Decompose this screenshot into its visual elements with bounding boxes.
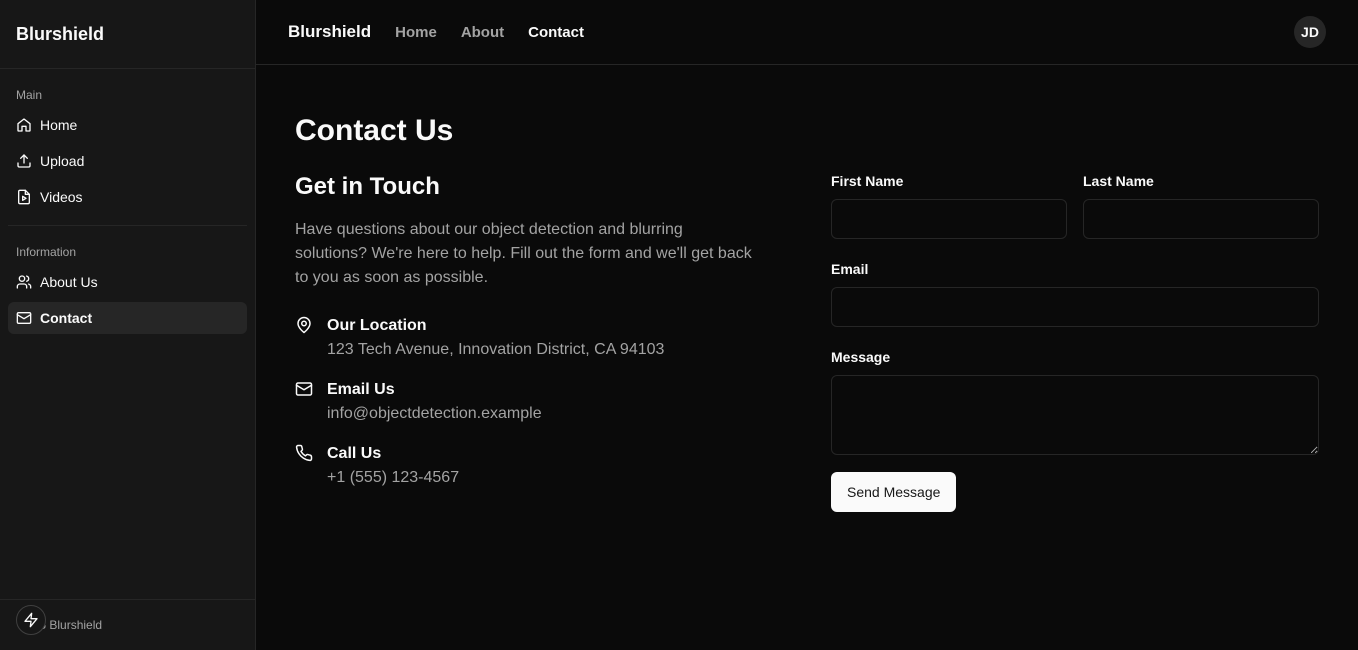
topbar-brand[interactable]: Blurshield <box>288 22 371 42</box>
contact-phone: Call Us +1 (555) 123-4567 <box>295 442 831 490</box>
contact-title: Our Location <box>327 317 427 334</box>
name-row: First Name Last Name <box>831 171 1319 239</box>
message-label: Message <box>831 349 891 365</box>
mail-icon <box>295 382 313 396</box>
contact-text: +1 (555) 123-4567 <box>327 469 460 486</box>
avatar[interactable]: JD <box>1294 16 1326 48</box>
topbar: Blurshield Home About Contact JD <box>256 0 1358 65</box>
mail-icon <box>16 312 32 324</box>
contact-columns: Get in Touch Have questions about our ob… <box>295 171 1319 512</box>
last-name-label: Last Name <box>1083 173 1154 189</box>
message-field[interactable] <box>831 375 1319 455</box>
last-name-field[interactable] <box>1083 199 1319 239</box>
sidebar-item-label: Videos <box>40 189 83 205</box>
sidebar-item-label: Upload <box>40 153 85 169</box>
email-group: Email <box>831 259 1319 327</box>
sidebar-item-label: Home <box>40 117 78 133</box>
home-icon <box>17 118 31 132</box>
contact-text: info@objectdetection.example <box>327 405 542 422</box>
sidebar-group-information: Information About Us Contact <box>0 226 255 346</box>
sidebar-item-upload[interactable]: Upload <box>8 145 247 177</box>
video-file-icon <box>18 189 30 205</box>
dev-tools-button[interactable] <box>16 605 46 635</box>
sidebar-item-about-us[interactable]: About Us <box>8 266 247 298</box>
sidebar-item-label: About Us <box>40 274 98 290</box>
sidebar-item-contact[interactable]: Contact <box>8 302 247 334</box>
contact-form: First Name Last Name Email Message Send … <box>831 171 1319 512</box>
sidebar-group-label: Main <box>16 88 43 102</box>
users-icon <box>16 275 32 289</box>
last-name-group: Last Name <box>1083 171 1319 239</box>
nav-link-home[interactable]: Home <box>395 24 437 41</box>
email-label: Email <box>831 261 869 277</box>
sidebar-item-home[interactable]: Home <box>8 109 247 141</box>
nav-link-contact[interactable]: Contact <box>528 24 584 41</box>
sidebar-group-label: Information <box>16 245 77 259</box>
page-title: Contact Us <box>295 114 454 147</box>
contact-title: Email Us <box>327 381 395 398</box>
sidebar-brand: Blurshield <box>0 0 255 69</box>
contact-location: Our Location 123 Tech Avenue, Innovation… <box>295 314 831 362</box>
contact-page: Contact Us Get in Touch Have questions a… <box>256 65 1358 650</box>
nav-link-about[interactable]: About <box>461 24 504 41</box>
intro-text: Have questions about our object detectio… <box>295 221 752 286</box>
first-name-field[interactable] <box>831 199 1067 239</box>
email-field[interactable] <box>831 287 1319 327</box>
contact-info: Get in Touch Have questions about our ob… <box>295 171 831 512</box>
sidebar-item-label: Contact <box>40 310 93 326</box>
section-title: Get in Touch <box>295 173 440 200</box>
sidebar: Blurshield Main Home Upload Videos Infor… <box>0 0 256 650</box>
phone-icon <box>295 444 313 462</box>
first-name-label: First Name <box>831 173 904 189</box>
map-pin-icon <box>297 316 311 334</box>
main: Blurshield Home About Contact JD Contact… <box>256 0 1358 650</box>
app: Blurshield Main Home Upload Videos Infor… <box>0 0 1358 650</box>
upload-icon <box>17 154 31 168</box>
lightning-icon <box>24 612 38 628</box>
sidebar-group-main: Main Home Upload Videos <box>0 69 255 225</box>
contact-text: 123 Tech Avenue, Innovation District, CA… <box>327 341 665 358</box>
message-group: Message <box>831 347 1319 460</box>
first-name-group: First Name <box>831 171 1067 239</box>
contact-title: Call Us <box>327 445 382 462</box>
sidebar-footer: 025 Blurshield <box>0 599 255 650</box>
sidebar-item-videos[interactable]: Videos <box>8 181 247 213</box>
contact-email: Email Us info@objectdetection.example <box>295 378 831 426</box>
send-message-button[interactable]: Send Message <box>831 472 957 512</box>
